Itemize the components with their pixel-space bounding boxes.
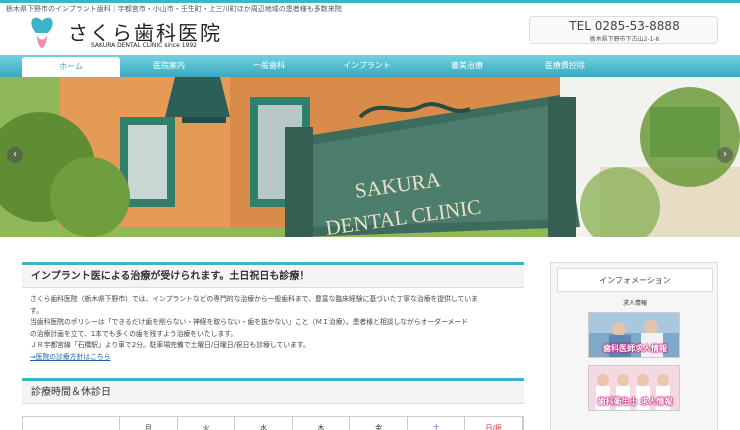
intro-line: 当歯科医院のポリシーは「できるだけ歯を削らない・神経を取らない・歯を抜かない」こ… <box>30 318 468 326</box>
nav-medical-deduction[interactable]: 医療費控除 <box>516 55 614 77</box>
hygienist-recruit-label: 歯科衛生士 求人情報 <box>597 397 673 406</box>
intro-title: インプラント医による治療が受けられます。土日祝日も診療！ <box>22 262 524 288</box>
hygienist-recruit-banner[interactable]: 歯科衛生士 求人情報 <box>588 365 680 411</box>
nav-implant[interactable]: インプラント <box>318 55 416 77</box>
nav-aesthetic[interactable]: 審美治療 <box>418 55 516 77</box>
dentist-recruit-label: 歯科医師求人情報 <box>603 344 667 353</box>
nav-home[interactable]: ホーム <box>22 57 120 77</box>
hours-col-sat: 土 <box>408 417 466 430</box>
hours-col-tue: 火 <box>178 417 236 430</box>
clinic-name-en: SAKURA DENTAL CLINIC since 1992 <box>91 42 197 49</box>
hours-col-sun: 日/祝 <box>465 417 523 430</box>
intro-section: インプラント医による治療が受けられます。土日祝日も診療！ さくら歯科医院（栃木県… <box>22 262 524 363</box>
top-accent-bar <box>0 0 740 3</box>
hours-section: 診療時間＆休診日 <box>22 378 524 404</box>
hero-slider: SAKURA DENTAL CLINIC <box>0 77 740 237</box>
info-sidebar: インフォメーション 求人情報 歯科医師求人情報 歯科衛生士 求人情報 <box>550 262 718 430</box>
clinic-address: 栃木県下野市下古山2-1-6 <box>589 36 660 43</box>
nav-general-dentistry[interactable]: 一般歯科 <box>220 55 318 77</box>
slider-next-icon[interactable]: › <box>717 147 733 163</box>
clinic-sign-photo: SAKURA DENTAL CLINIC <box>0 77 740 237</box>
hours-col-empty <box>23 417 121 430</box>
sidebar-title: インフォメーション <box>557 268 713 292</box>
intro-body: さくら歯科医院（栃木県下野市）では、インプラントなどの専門的な治療から一般歯科ま… <box>22 288 524 363</box>
hours-col-thu: 木 <box>293 417 351 430</box>
clinic-logo[interactable]: さくら歯科医院 SAKURA DENTAL CLINIC since 1992 <box>28 14 268 54</box>
intro-line: ＪＲ宇都宮線「石橋駅」より車で2分。駐車場完備で土曜日/日曜日/祝日も診療してい… <box>30 341 310 349</box>
dentist-recruit-banner[interactable]: 歯科医師求人情報 <box>588 312 680 358</box>
intro-line: す。 <box>30 306 43 315</box>
hours-title: 診療時間＆休診日 <box>22 378 524 404</box>
site-tagline: 栃木県下野市のインプラント歯科｜宇都宮市・小山市・壬生町・上三川町ほか周辺地域の… <box>6 5 342 13</box>
contact-box: TEL 0285-53-8888 栃木県下野市下古山2-1-6 <box>529 16 718 44</box>
slider-prev-icon[interactable]: ‹ <box>7 147 23 163</box>
policy-link[interactable]: ⇒医院の診療方針はこちら <box>30 353 110 361</box>
hours-col-mon: 月 <box>120 417 178 430</box>
main-nav: ホーム 医院案内 一般歯科 インプラント 審美治療 医療費控除 <box>0 55 740 77</box>
tooth-logo-icon <box>31 17 53 48</box>
nav-clinic-info[interactable]: 医院案内 <box>120 55 218 77</box>
hours-table-header: 月 火 水 木 金 土 日/祝 <box>22 416 524 430</box>
intro-line: さくら歯科医院（栃木県下野市）では、インプラントなどの専門的な治療から一般歯科ま… <box>30 295 478 303</box>
intro-line: の治療計画を立て、1本でも多くの歯を残すよう治療をいたします。 <box>30 329 238 338</box>
sidebar-subtitle: 求人情報 <box>622 300 647 307</box>
phone-number[interactable]: TEL 0285-53-8888 <box>530 19 719 33</box>
hours-col-wed: 水 <box>235 417 293 430</box>
hours-col-fri: 金 <box>350 417 408 430</box>
